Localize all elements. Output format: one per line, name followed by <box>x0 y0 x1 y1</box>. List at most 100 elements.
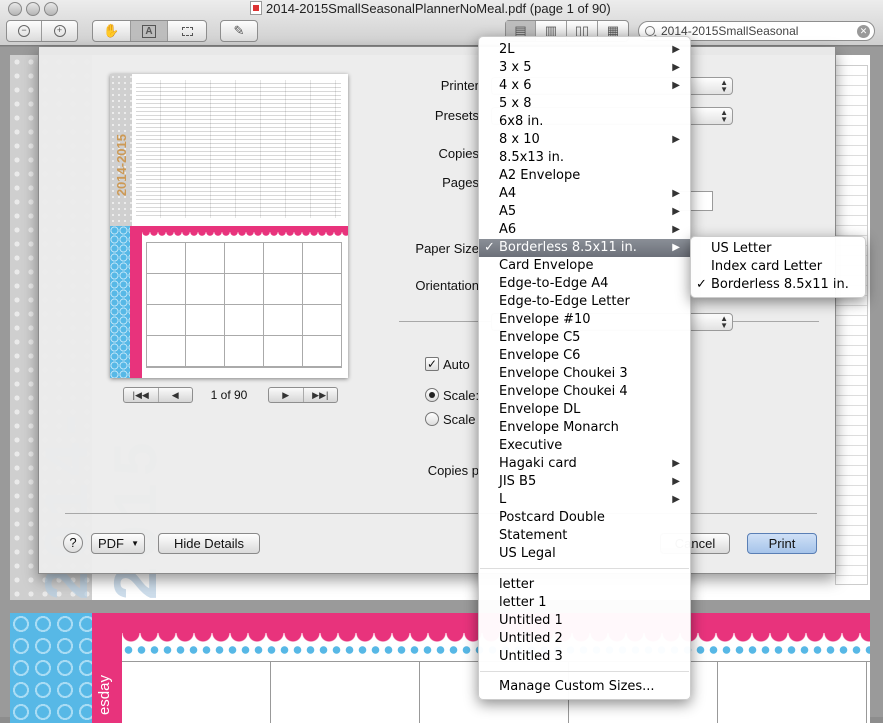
paper-size-item[interactable]: JIS B5 ▶ <box>479 473 690 491</box>
rect-select-icon <box>181 26 193 36</box>
paper-size-item[interactable]: Envelope Choukei 4 <box>479 383 690 401</box>
page-counter: 1 of 90 <box>210 388 248 402</box>
submenu-item[interactable]: ✓ Borderless 8.5x11 in. <box>691 276 865 294</box>
pencil-icon: ✎ <box>233 23 245 38</box>
print-button[interactable]: Print <box>747 533 817 554</box>
pdf-menu-button[interactable]: PDF ▼ <box>91 533 145 554</box>
paper-size-item[interactable]: A5 ▶ <box>479 203 690 221</box>
annotate-button[interactable]: ✎ <box>220 20 258 42</box>
paper-size-item[interactable]: 6x8 in. <box>479 113 690 131</box>
paper-size-item[interactable]: L ▶ <box>479 491 690 509</box>
custom-size-item[interactable]: Untitled 3 <box>479 648 690 666</box>
paper-size-item[interactable]: Envelope C6 <box>479 347 690 365</box>
menu-item-label: 8.5x13 in. <box>499 150 565 165</box>
pdf-button-label: PDF <box>98 536 124 551</box>
preview-back-buttons: |◀◀ ◀ <box>123 387 193 403</box>
menu-item-label: A5 <box>499 204 517 219</box>
paper-size-item[interactable]: Hagaki card ▶ <box>479 455 690 473</box>
menu-item-label: Untitled 1 <box>499 613 563 628</box>
checkmark-icon: ✓ <box>484 240 495 255</box>
last-page-button[interactable]: ▶▶| <box>304 388 338 402</box>
paper-size-item[interactable]: Envelope #10 <box>479 311 690 329</box>
scale-to-fit-radio[interactable] <box>425 412 439 426</box>
paper-size-item[interactable]: A2 Envelope <box>479 167 690 185</box>
custom-size-item[interactable]: letter <box>479 576 690 594</box>
menu-item-label: Envelope C5 <box>499 330 581 345</box>
submenu-item[interactable]: US Letter <box>691 240 865 258</box>
first-page-button[interactable]: |◀◀ <box>124 388 159 402</box>
clear-search-icon[interactable]: ✕ <box>857 25 870 38</box>
orientation-label: Orientation <box>415 278 479 293</box>
paper-size-item[interactable]: Envelope Monarch <box>479 419 690 437</box>
day-bar: esday <box>92 613 122 723</box>
paper-size-item[interactable]: 2L ▶ <box>479 41 690 59</box>
popup-arrows-icon: ▲ ▼ <box>720 314 728 330</box>
close-window-button[interactable] <box>8 2 22 16</box>
prev-page-button[interactable]: ◀ <box>159 388 193 402</box>
print-dialog: 2014-2015 |◀◀ ◀ 1 of 90 ▶ ▶▶| Printer ▲ ▼… <box>38 47 836 574</box>
hide-details-button[interactable]: Hide Details <box>158 533 260 554</box>
menu-item-label: Envelope #10 <box>499 312 591 327</box>
pages-label: Pages <box>442 175 479 190</box>
day-label: esday <box>96 674 113 715</box>
paper-size-item[interactable]: Envelope Choukei 3 <box>479 365 690 383</box>
zoom-out-icon: − <box>18 25 30 37</box>
submenu-arrow-icon: ▶ <box>672 476 680 487</box>
custom-size-item[interactable]: letter 1 <box>479 594 690 612</box>
submenu-arrow-icon: ▶ <box>672 242 680 253</box>
paper-size-item[interactable]: Edge-to-Edge Letter <box>479 293 690 311</box>
zoom-in-button[interactable]: + <box>42 21 77 41</box>
paper-size-item[interactable]: A6 ▶ <box>479 221 690 239</box>
submenu-arrow-icon: ▶ <box>672 206 680 217</box>
zoom-window-button[interactable] <box>44 2 58 16</box>
paper-size-item[interactable]: Envelope DL <box>479 401 690 419</box>
custom-size-item[interactable]: Untitled 1 <box>479 612 690 630</box>
paper-size-item[interactable]: Card Envelope <box>479 257 690 275</box>
paper-size-item[interactable]: 3 x 5 ▶ <box>479 59 690 77</box>
menu-item-label: Envelope Choukei 4 <box>499 384 628 399</box>
zoom-out-button[interactable]: − <box>7 21 42 41</box>
popup-arrows-icon: ▲ ▼ <box>720 108 728 124</box>
paper-size-item[interactable]: Postcard Double <box>479 509 690 527</box>
paper-size-menu: 2L ▶ 3 x 5 ▶ 4 x 6 ▶ 5 x 8 6x8 in. 8 x 10 ▶ 8.5x13… <box>478 36 691 700</box>
paper-size-item[interactable]: Edge-to-Edge A4 <box>479 275 690 293</box>
paper-size-item[interactable]: 4 x 6 ▶ <box>479 77 690 95</box>
menu-item-label: Envelope C6 <box>499 348 581 363</box>
submenu-arrow-icon: ▶ <box>672 494 680 505</box>
paper-size-item[interactable]: Envelope C5 <box>479 329 690 347</box>
hand-tool-button[interactable]: ✋ <box>93 21 131 41</box>
manage-custom-sizes-item[interactable]: Manage Custom Sizes... <box>479 678 690 696</box>
paper-size-item[interactable]: 5 x 8 <box>479 95 690 113</box>
menu-item-label: 2L <box>499 42 515 57</box>
menu-item-label: Untitled 3 <box>499 649 563 664</box>
menu-item-label: A6 <box>499 222 517 237</box>
menu-item-label: Card Envelope <box>499 258 594 273</box>
menu-item-label: Manage Custom Sizes... <box>499 679 655 694</box>
paper-size-label: Paper Size <box>415 241 479 256</box>
menu-item-label: Envelope Choukei 3 <box>499 366 628 381</box>
paper-size-item[interactable]: A4 ▶ <box>479 185 690 203</box>
next-page-button[interactable]: ▶ <box>269 388 304 402</box>
submenu-item[interactable]: Index card Letter <box>691 258 865 276</box>
rect-select-button[interactable] <box>168 21 206 41</box>
menu-item-label: Edge-to-Edge Letter <box>499 294 630 309</box>
text-tool-button[interactable]: A <box>130 21 169 41</box>
paper-size-item[interactable]: Executive <box>479 437 690 455</box>
scale-radio[interactable] <box>425 388 439 402</box>
paper-size-item[interactable]: Statement <box>479 527 690 545</box>
popup-arrows-icon: ▲ ▼ <box>720 78 728 94</box>
paper-size-item[interactable]: 8 x 10 ▶ <box>479 131 690 149</box>
text-select-icon: A <box>142 24 156 38</box>
minimize-window-button[interactable] <box>26 2 40 16</box>
zoom-in-icon: + <box>53 25 66 37</box>
menu-item-label: Untitled 2 <box>499 631 563 646</box>
pdf-page-2: esday <box>10 613 870 723</box>
auto-rotate-checkbox[interactable]: ✓ <box>425 357 439 371</box>
submenu-arrow-icon: ▶ <box>672 458 680 469</box>
paper-size-item[interactable]: 8.5x13 in. <box>479 149 690 167</box>
help-button[interactable]: ? <box>63 533 83 553</box>
menu-item-label: Postcard Double <box>499 510 605 525</box>
paper-size-item[interactable]: US Legal <box>479 545 690 563</box>
custom-size-item[interactable]: Untitled 2 <box>479 630 690 648</box>
paper-size-item[interactable]: ✓ Borderless 8.5x11 in. ▶ <box>479 239 690 257</box>
